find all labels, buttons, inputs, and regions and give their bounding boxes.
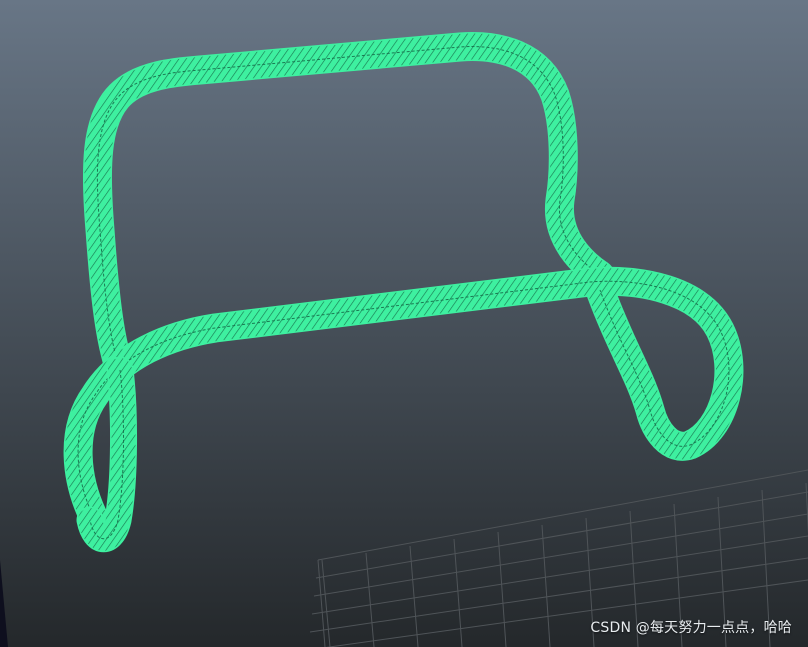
3d-viewport[interactable]: CSDN @每天努力一点点，哈哈 (0, 0, 808, 647)
viewport-gradient-background (0, 0, 808, 647)
watermark-text: CSDN @每天努力一点点，哈哈 (590, 620, 792, 636)
